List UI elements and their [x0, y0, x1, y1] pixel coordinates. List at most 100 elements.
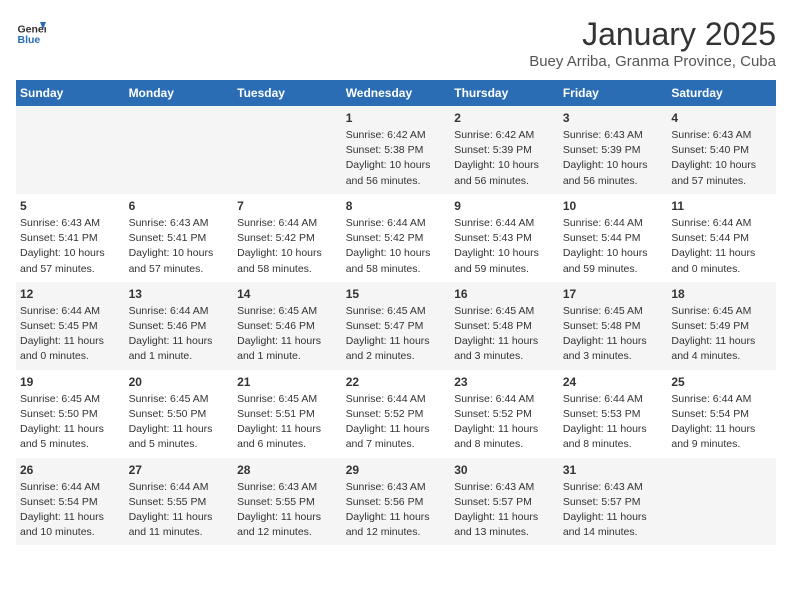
- calendar-cell: 3Sunrise: 6:43 AM Sunset: 5:39 PM Daylig…: [559, 106, 668, 194]
- calendar-title: January 2025: [529, 16, 776, 53]
- calendar-cell: 29 Sunrise: 6:43 AM Sunset: 5:56 PM Dayli…: [342, 458, 451, 546]
- day-info: Sunrise: 6:44 AM Sunset: 5:54 PM Dayligh…: [20, 480, 121, 541]
- calendar-cell: [233, 106, 342, 194]
- page-header: General Blue January 2025 Buey Arriba, G…: [16, 16, 776, 70]
- day-number: 12: [20, 287, 121, 301]
- day-number: 2: [454, 111, 555, 125]
- weekday-header-tuesday: Tuesday: [233, 80, 342, 106]
- day-number: 30: [454, 463, 555, 477]
- day-info: Sunrise: 6:43 AM Sunset: 5:55 PM Dayligh…: [237, 480, 338, 541]
- day-info: Sunrise: 6:44 AM Sunset: 5:52 PM Dayligh…: [346, 392, 447, 453]
- day-info: Sunrise: 6:43 AM Sunset: 5:56 PM Dayligh…: [346, 480, 447, 541]
- day-number: 4: [671, 111, 772, 125]
- day-number: 6: [129, 199, 230, 213]
- day-info: Sunrise: 6:43 AM Sunset: 5:39 PM Dayligh…: [563, 128, 664, 189]
- day-number: 7: [237, 199, 338, 213]
- calendar-cell: 6 Sunrise: 6:43 AM Sunset: 5:41 PM Daylig…: [125, 194, 234, 282]
- day-info: Sunrise: 6:45 AM Sunset: 5:50 PM Dayligh…: [20, 392, 121, 453]
- calendar-table: SundayMondayTuesdayWednesdayThursdayFrid…: [16, 80, 776, 545]
- day-number: 17: [563, 287, 664, 301]
- day-number: 26: [20, 463, 121, 477]
- calendar-cell: 12 Sunrise: 6:44 AM Sunset: 5:45 PM Dayli…: [16, 282, 125, 370]
- calendar-cell: 4 Sunrise: 6:43 AM Sunset: 5:40 PM Daylig…: [667, 106, 776, 194]
- weekday-header-saturday: Saturday: [667, 80, 776, 106]
- day-number: 21: [237, 375, 338, 389]
- day-number: 18: [671, 287, 772, 301]
- day-info: Sunrise: 6:44 AM Sunset: 5:53 PM Dayligh…: [563, 392, 664, 453]
- day-info: Sunrise: 6:45 AM Sunset: 5:47 PM Dayligh…: [346, 304, 447, 365]
- calendar-cell: 16Sunrise: 6:45 AM Sunset: 5:48 PM Dayli…: [450, 282, 559, 370]
- weekday-header-row: SundayMondayTuesdayWednesdayThursdayFrid…: [16, 80, 776, 106]
- day-info: Sunrise: 6:42 AM Sunset: 5:38 PM Dayligh…: [346, 128, 447, 189]
- day-info: Sunrise: 6:45 AM Sunset: 5:49 PM Dayligh…: [671, 304, 772, 365]
- day-number: 16: [454, 287, 555, 301]
- calendar-cell: 31 Sunrise: 6:43 AM Sunset: 5:57 PM Dayli…: [559, 458, 668, 546]
- calendar-cell: 8 Sunrise: 6:44 AM Sunset: 5:42 PM Daylig…: [342, 194, 451, 282]
- day-info: Sunrise: 6:43 AM Sunset: 5:41 PM Dayligh…: [129, 216, 230, 277]
- calendar-cell: 30 Sunrise: 6:43 AM Sunset: 5:57 PM Dayli…: [450, 458, 559, 546]
- calendar-cell: 23 Sunrise: 6:44 AM Sunset: 5:52 PM Dayli…: [450, 370, 559, 458]
- day-info: Sunrise: 6:43 AM Sunset: 5:57 PM Dayligh…: [563, 480, 664, 541]
- day-info: Sunrise: 6:43 AM Sunset: 5:40 PM Dayligh…: [671, 128, 772, 189]
- calendar-cell: 10 Sunrise: 6:44 AM Sunset: 5:44 PM Dayli…: [559, 194, 668, 282]
- day-number: 23: [454, 375, 555, 389]
- calendar-cell: 1 Sunrise: 6:42 AM Sunset: 5:38 PM Daylig…: [342, 106, 451, 194]
- day-info: Sunrise: 6:45 AM Sunset: 5:51 PM Dayligh…: [237, 392, 338, 453]
- day-number: 11: [671, 199, 772, 213]
- calendar-cell: 21 Sunrise: 6:45 AM Sunset: 5:51 PM Dayli…: [233, 370, 342, 458]
- day-number: 20: [129, 375, 230, 389]
- day-number: 9: [454, 199, 555, 213]
- day-number: 25: [671, 375, 772, 389]
- calendar-week-row: 12 Sunrise: 6:44 AM Sunset: 5:45 PM Dayli…: [16, 282, 776, 370]
- day-info: Sunrise: 6:44 AM Sunset: 5:44 PM Dayligh…: [671, 216, 772, 277]
- calendar-week-row: 19Sunrise: 6:45 AM Sunset: 5:50 PM Dayli…: [16, 370, 776, 458]
- svg-text:Blue: Blue: [18, 34, 41, 46]
- calendar-week-row: 1 Sunrise: 6:42 AM Sunset: 5:38 PM Daylig…: [16, 106, 776, 194]
- day-number: 27: [129, 463, 230, 477]
- weekday-header-monday: Monday: [125, 80, 234, 106]
- calendar-cell: 25 Sunrise: 6:44 AM Sunset: 5:54 PM Dayli…: [667, 370, 776, 458]
- day-info: Sunrise: 6:44 AM Sunset: 5:45 PM Dayligh…: [20, 304, 121, 365]
- calendar-subtitle: Buey Arriba, Granma Province, Cuba: [529, 53, 776, 70]
- day-info: Sunrise: 6:44 AM Sunset: 5:42 PM Dayligh…: [237, 216, 338, 277]
- day-info: Sunrise: 6:43 AM Sunset: 5:57 PM Dayligh…: [454, 480, 555, 541]
- day-info: Sunrise: 6:44 AM Sunset: 5:54 PM Dayligh…: [671, 392, 772, 453]
- calendar-cell: 7 Sunrise: 6:44 AM Sunset: 5:42 PM Daylig…: [233, 194, 342, 282]
- calendar-cell: [667, 458, 776, 546]
- day-info: Sunrise: 6:44 AM Sunset: 5:42 PM Dayligh…: [346, 216, 447, 277]
- day-number: 15: [346, 287, 447, 301]
- day-number: 24: [563, 375, 664, 389]
- day-number: 1: [346, 111, 447, 125]
- day-number: 22: [346, 375, 447, 389]
- calendar-cell: 17Sunrise: 6:45 AM Sunset: 5:48 PM Dayli…: [559, 282, 668, 370]
- logo: General Blue: [16, 16, 46, 46]
- calendar-cell: 14Sunrise: 6:45 AM Sunset: 5:46 PM Dayli…: [233, 282, 342, 370]
- day-info: Sunrise: 6:43 AM Sunset: 5:41 PM Dayligh…: [20, 216, 121, 277]
- day-number: 10: [563, 199, 664, 213]
- calendar-cell: 5 Sunrise: 6:43 AM Sunset: 5:41 PM Daylig…: [16, 194, 125, 282]
- weekday-header-friday: Friday: [559, 80, 668, 106]
- day-number: 29: [346, 463, 447, 477]
- day-number: 8: [346, 199, 447, 213]
- day-info: Sunrise: 6:44 AM Sunset: 5:46 PM Dayligh…: [129, 304, 230, 365]
- calendar-cell: 18 Sunrise: 6:45 AM Sunset: 5:49 PM Dayli…: [667, 282, 776, 370]
- day-info: Sunrise: 6:44 AM Sunset: 5:52 PM Dayligh…: [454, 392, 555, 453]
- calendar-cell: 24 Sunrise: 6:44 AM Sunset: 5:53 PM Dayli…: [559, 370, 668, 458]
- day-info: Sunrise: 6:44 AM Sunset: 5:55 PM Dayligh…: [129, 480, 230, 541]
- day-info: Sunrise: 6:44 AM Sunset: 5:44 PM Dayligh…: [563, 216, 664, 277]
- calendar-cell: 28 Sunrise: 6:43 AM Sunset: 5:55 PM Dayli…: [233, 458, 342, 546]
- day-info: Sunrise: 6:45 AM Sunset: 5:50 PM Dayligh…: [129, 392, 230, 453]
- calendar-cell: 15 Sunrise: 6:45 AM Sunset: 5:47 PM Dayli…: [342, 282, 451, 370]
- calendar-cell: 2 Sunrise: 6:42 AM Sunset: 5:39 PM Daylig…: [450, 106, 559, 194]
- calendar-cell: [125, 106, 234, 194]
- day-number: 28: [237, 463, 338, 477]
- day-info: Sunrise: 6:45 AM Sunset: 5:46 PM Dayligh…: [237, 304, 338, 365]
- calendar-cell: 27 Sunrise: 6:44 AM Sunset: 5:55 PM Dayli…: [125, 458, 234, 546]
- day-number: 5: [20, 199, 121, 213]
- day-number: 31: [563, 463, 664, 477]
- title-block: January 2025 Buey Arriba, Granma Provinc…: [529, 16, 776, 70]
- calendar-cell: 11 Sunrise: 6:44 AM Sunset: 5:44 PM Dayli…: [667, 194, 776, 282]
- calendar-cell: 26 Sunrise: 6:44 AM Sunset: 5:54 PM Dayli…: [16, 458, 125, 546]
- day-number: 13: [129, 287, 230, 301]
- day-info: Sunrise: 6:42 AM Sunset: 5:39 PM Dayligh…: [454, 128, 555, 189]
